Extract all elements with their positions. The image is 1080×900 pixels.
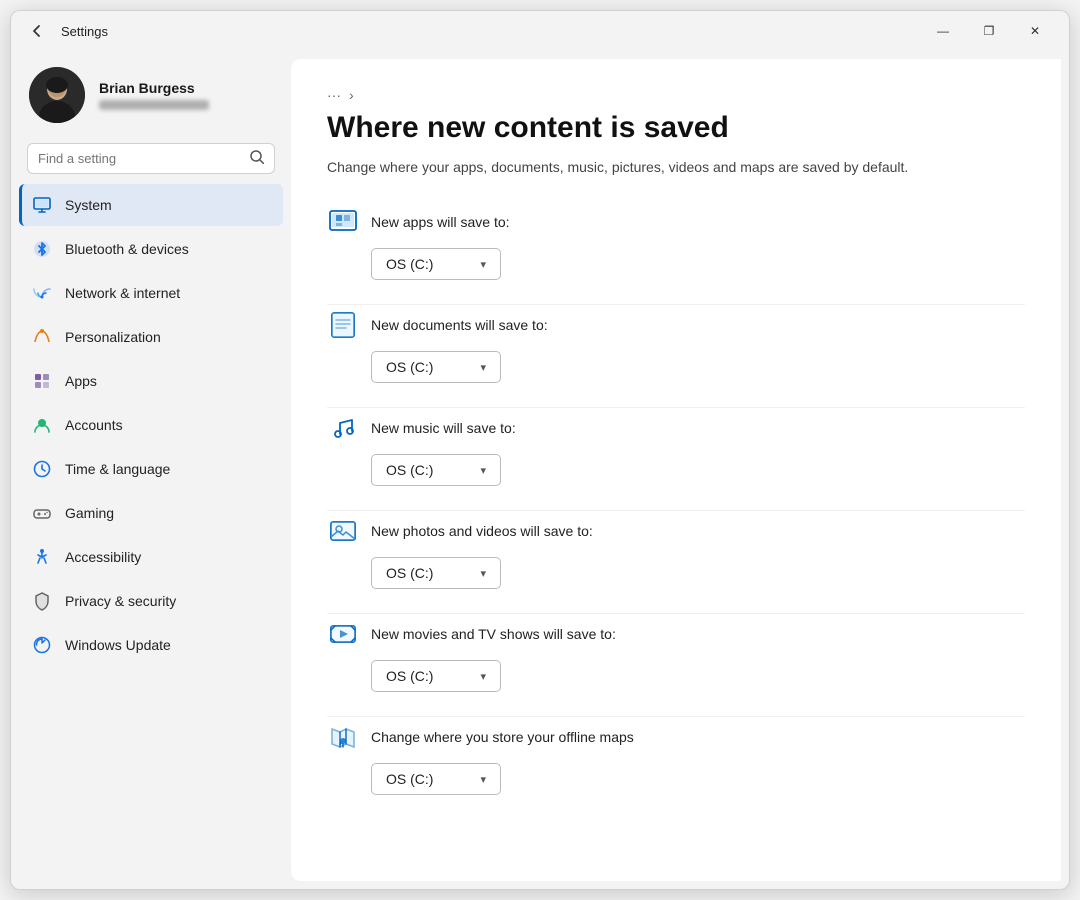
movies-save-icon (327, 618, 359, 650)
sidebar-item-network[interactable]: Network & internet (19, 272, 283, 314)
window-title: Settings (61, 24, 108, 39)
sidebar-item-bluetooth[interactable]: Bluetooth & devices (19, 228, 283, 270)
sidebar-item-privacy[interactable]: Privacy & security (19, 580, 283, 622)
apps-drive-dropdown[interactable]: OS (C:) ▾ (371, 248, 501, 280)
chevron-down-icon: ▾ (480, 567, 486, 580)
sidebar-item-label-accounts: Accounts (65, 417, 123, 433)
avatar (29, 67, 85, 123)
sidebar-item-label-time: Time & language (65, 461, 170, 477)
maximize-button[interactable]: ❐ (967, 15, 1011, 47)
search-icon (250, 150, 264, 167)
sidebar-item-label-bluetooth: Bluetooth & devices (65, 241, 189, 257)
sidebar-item-personalization[interactable]: Personalization (19, 316, 283, 358)
save-option-music: New music will save to: OS (C:) ▾ (327, 407, 1025, 486)
save-option-documents: New documents will save to: OS (C:) ▾ (327, 304, 1025, 383)
sidebar-item-gaming[interactable]: Gaming (19, 492, 283, 534)
photos-drive-dropdown[interactable]: OS (C:) ▾ (371, 557, 501, 589)
save-option-apps: New apps will save to: OS (C:) ▾ (327, 206, 1025, 280)
gaming-icon (31, 502, 53, 524)
sidebar-item-update[interactable]: Windows Update (19, 624, 283, 666)
bluetooth-icon (31, 238, 53, 260)
breadcrumb: ··· › (327, 87, 1025, 103)
settings-window: Settings — ❐ ✕ (10, 10, 1070, 890)
chevron-down-icon: ▾ (480, 670, 486, 683)
documents-drive-dropdown[interactable]: OS (C:) ▾ (371, 351, 501, 383)
update-icon (31, 634, 53, 656)
save-option-documents-label: New documents will save to: (327, 309, 1025, 341)
apps-icon (31, 370, 53, 392)
maps-save-icon (327, 721, 359, 753)
save-option-movies-label: New movies and TV shows will save to: (327, 618, 1025, 650)
sidebar-item-label-update: Windows Update (65, 637, 171, 653)
sidebar-item-label-network: Network & internet (65, 285, 180, 301)
sidebar-item-label-apps: Apps (65, 373, 97, 389)
sidebar-item-label-privacy: Privacy & security (65, 593, 176, 609)
movies-drive-dropdown[interactable]: OS (C:) ▾ (371, 660, 501, 692)
maps-drive-dropdown[interactable]: OS (C:) ▾ (371, 763, 501, 795)
sidebar-item-label-system: System (65, 197, 112, 213)
content-area: ··· › Where new content is saved Change … (291, 59, 1061, 881)
network-icon (31, 282, 53, 304)
search-input[interactable] (38, 151, 242, 166)
save-option-photos-label: New photos and videos will save to: (327, 515, 1025, 547)
sidebar-item-system[interactable]: System (19, 184, 283, 226)
sidebar-item-accounts[interactable]: Accounts (19, 404, 283, 446)
sidebar-item-time[interactable]: Time & language (19, 448, 283, 490)
save-option-photos: New photos and videos will save to: OS (… (327, 510, 1025, 589)
documents-save-icon (327, 309, 359, 341)
save-option-maps-label: Change where you store your offline maps (327, 721, 1025, 753)
back-button[interactable] (23, 17, 51, 45)
breadcrumb-arrow: › (349, 87, 354, 103)
chevron-down-icon: ▾ (480, 464, 486, 477)
save-option-music-label: New music will save to: (327, 412, 1025, 444)
breadcrumb-dots: ··· (327, 87, 341, 103)
time-icon (31, 458, 53, 480)
chevron-down-icon: ▾ (480, 258, 486, 271)
nav-list: System Bluetooth & devices (11, 184, 291, 668)
user-info: Brian Burgess (99, 80, 209, 110)
sidebar-item-label-gaming: Gaming (65, 505, 114, 521)
search-box[interactable] (27, 143, 275, 174)
privacy-icon (31, 590, 53, 612)
page-description: Change where your apps, documents, music… (327, 157, 1025, 178)
chevron-down-icon: ▾ (480, 773, 486, 786)
main-layout: Brian Burgess (11, 51, 1069, 889)
sidebar-item-apps[interactable]: Apps (19, 360, 283, 402)
sidebar: Brian Burgess (11, 51, 291, 889)
sidebar-item-label-personalization: Personalization (65, 329, 161, 345)
system-icon (31, 194, 53, 216)
user-profile: Brian Burgess (11, 51, 291, 137)
apps-save-icon (327, 206, 359, 238)
photos-save-icon (327, 515, 359, 547)
music-save-icon (327, 412, 359, 444)
music-drive-dropdown[interactable]: OS (C:) ▾ (371, 454, 501, 486)
save-option-apps-label: New apps will save to: (327, 206, 1025, 238)
window-controls: — ❐ ✕ (921, 15, 1057, 47)
accessibility-icon (31, 546, 53, 568)
minimize-button[interactable]: — (921, 15, 965, 47)
titlebar: Settings — ❐ ✕ (11, 11, 1069, 51)
personalization-icon (31, 326, 53, 348)
sidebar-item-accessibility[interactable]: Accessibility (19, 536, 283, 578)
close-button[interactable]: ✕ (1013, 15, 1057, 47)
accounts-icon (31, 414, 53, 436)
user-name: Brian Burgess (99, 80, 209, 96)
page-title: Where new content is saved (327, 111, 1025, 145)
user-email (99, 100, 209, 110)
chevron-down-icon: ▾ (480, 361, 486, 374)
save-option-movies: New movies and TV shows will save to: OS… (327, 613, 1025, 692)
save-option-maps: Change where you store your offline maps… (327, 716, 1025, 795)
sidebar-item-label-accessibility: Accessibility (65, 549, 141, 565)
